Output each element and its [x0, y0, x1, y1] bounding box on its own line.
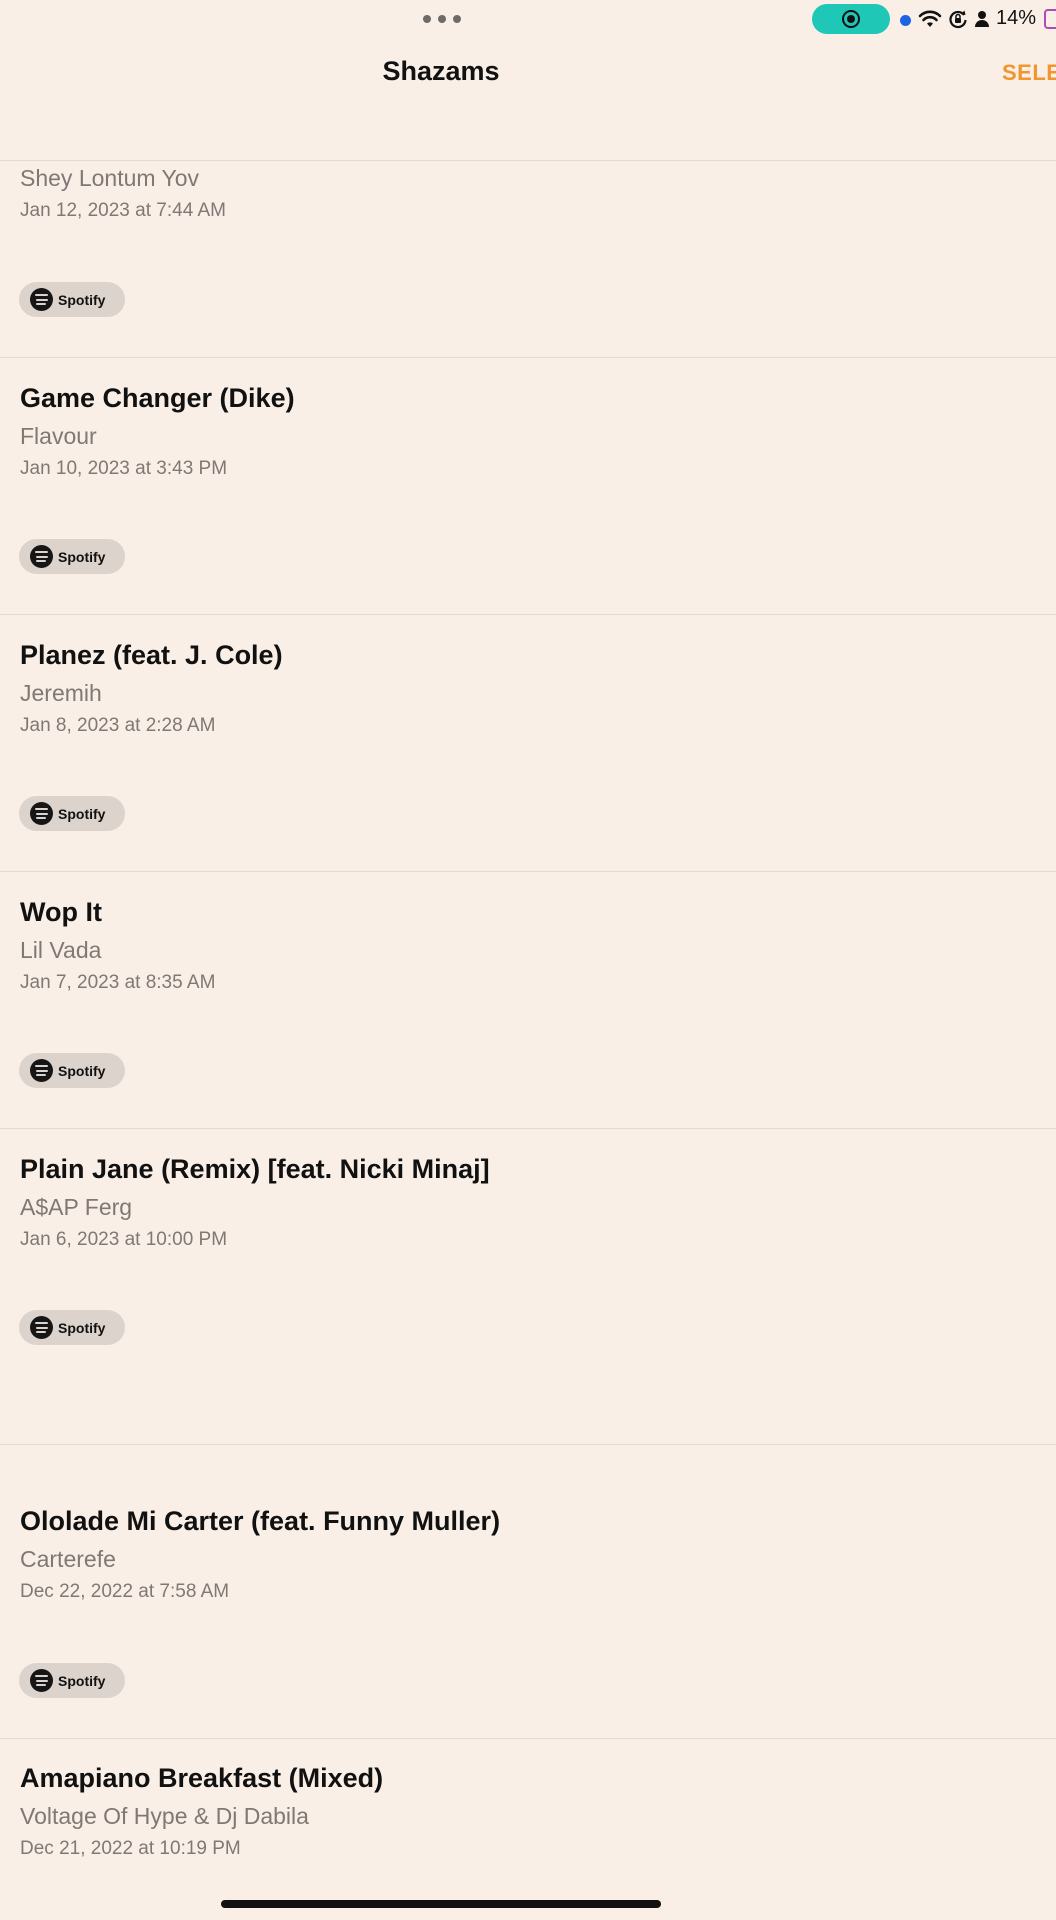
wifi-icon: [918, 10, 942, 27]
shazam-title[interactable]: Planez (feat. J. Cole): [20, 640, 283, 671]
spotify-label: Spotify: [58, 291, 106, 308]
shazam-title[interactable]: Game Changer (Dike): [20, 383, 295, 414]
shazam-artist: Flavour: [20, 423, 97, 449]
spotify-label: Spotify: [58, 805, 106, 822]
row-divider: [0, 1738, 1056, 1739]
row-divider: [0, 614, 1056, 615]
spotify-icon: [30, 1316, 53, 1339]
spotify-label: Spotify: [58, 548, 106, 565]
spotify-label: Spotify: [58, 1062, 106, 1079]
spotify-icon: [30, 288, 53, 311]
home-indicator[interactable]: [221, 1900, 661, 1908]
section-divider: [0, 1444, 1056, 1445]
spotify-icon: [30, 1669, 53, 1692]
spotify-icon: [30, 802, 53, 825]
battery-percentage: 14%: [996, 7, 1037, 29]
shazam-title[interactable]: Plain Jane (Remix) [feat. Nicki Minaj]: [20, 1154, 490, 1185]
spotify-button[interactable]: Spotify: [19, 796, 125, 831]
spotify-label: Spotify: [58, 1672, 106, 1689]
status-bar: 14%: [0, 0, 1056, 40]
battery-icon: [1044, 9, 1056, 29]
shazam-date: Jan 6, 2023 at 10:00 PM: [20, 1229, 228, 1250]
spotify-button[interactable]: Spotify: [19, 1053, 125, 1088]
shazam-date: Dec 21, 2022 at 10:19 PM: [20, 1838, 241, 1859]
row-divider: [0, 1128, 1056, 1129]
shazam-artist: Shey Lontum Yov: [20, 165, 200, 191]
spotify-button[interactable]: Spotify: [19, 539, 125, 574]
row-divider: [0, 357, 1056, 358]
rotation-lock-icon: [949, 10, 967, 29]
row-divider: [0, 160, 1056, 161]
shazam-title[interactable]: Wop It: [20, 897, 102, 928]
shazam-artist: A$AP Ferg: [20, 1194, 133, 1220]
shazam-date: Jan 12, 2023 at 7:44 AM: [20, 200, 226, 221]
shazam-date: Jan 8, 2023 at 2:28 AM: [20, 715, 216, 736]
shazam-artist: Jeremih: [20, 680, 102, 706]
more-dots-icon[interactable]: [423, 15, 461, 23]
shazam-date: Jan 7, 2023 at 8:35 AM: [20, 972, 216, 993]
spotify-button[interactable]: Spotify: [19, 282, 125, 317]
shazam-date: Jan 10, 2023 at 3:43 PM: [20, 458, 228, 479]
shazam-artist: Carterefe: [20, 1546, 116, 1572]
camera-indicator-icon: [900, 15, 911, 26]
screen-record-icon[interactable]: [812, 4, 890, 34]
shazam-title[interactable]: Ololade Mi Carter (feat. Funny Muller): [20, 1506, 500, 1537]
page-title: Shazams: [382, 56, 500, 86]
shazam-artist: Voltage Of Hype & Dj Dabila: [20, 1803, 309, 1829]
spotify-button[interactable]: Spotify: [19, 1663, 125, 1698]
spotify-icon: [30, 1059, 53, 1082]
shazam-title[interactable]: Amapiano Breakfast (Mixed): [20, 1763, 383, 1794]
row-divider: [0, 871, 1056, 872]
spotify-icon: [30, 545, 53, 568]
person-icon: [975, 11, 989, 27]
shazam-date: Dec 22, 2022 at 7:58 AM: [20, 1581, 230, 1602]
select-button[interactable]: SELE: [1002, 60, 1056, 86]
spotify-button[interactable]: Spotify: [19, 1310, 125, 1345]
shazam-artist: Lil Vada: [20, 937, 102, 963]
spotify-label: Spotify: [58, 1319, 106, 1336]
